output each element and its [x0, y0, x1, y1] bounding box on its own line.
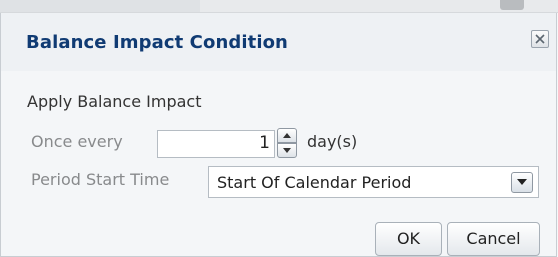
period-start-time-value: Start Of Calendar Period [217, 173, 412, 192]
background-strip [0, 0, 558, 13]
increment-button[interactable] [277, 128, 297, 143]
chevron-down-icon [517, 179, 527, 185]
cancel-button[interactable]: Cancel [447, 222, 540, 256]
apply-balance-impact-label: Apply Balance Impact [27, 92, 202, 111]
dialog-title: Balance Impact Condition [26, 32, 288, 53]
period-start-time-select[interactable]: Start Of Calendar Period [208, 166, 539, 198]
dropdown-button[interactable] [511, 172, 533, 193]
close-button[interactable] [531, 30, 549, 48]
once-every-spinner [277, 126, 299, 160]
balance-impact-dialog: Balance Impact Condition Apply Balance I… [0, 13, 557, 257]
close-x-icon [535, 34, 545, 44]
arrow-up-icon [283, 133, 291, 138]
background-segment [0, 0, 200, 12]
decrement-button[interactable] [277, 143, 297, 158]
background-control [500, 0, 524, 10]
period-start-time-label: Period Start Time [31, 170, 170, 189]
once-every-input[interactable]: 1 [157, 130, 275, 158]
ok-button[interactable]: OK [375, 222, 442, 256]
once-every-label: Once every [31, 132, 123, 151]
dialog-titlebar: Balance Impact Condition [1, 13, 556, 71]
days-unit-label: day(s) [307, 132, 358, 151]
arrow-down-icon [283, 148, 291, 153]
